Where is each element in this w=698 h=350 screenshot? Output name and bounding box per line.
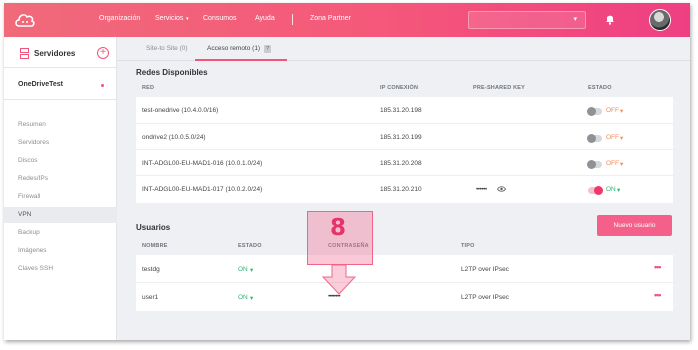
users-table: testdg ON ▾ L2TP over IPsec ••• user1 ON…: [136, 255, 673, 311]
toggle-knob: [587, 160, 596, 169]
network-ip: 185.31.20.198: [380, 107, 422, 114]
status-label: OFF: [606, 107, 619, 114]
eye-icon[interactable]: [497, 186, 506, 192]
toggle-knob: [587, 134, 596, 143]
user-name: user1: [142, 294, 159, 301]
chevron-down-icon[interactable]: ▾: [250, 294, 253, 302]
top-bar: Organización Servicios ▾ Consumos Ayuda …: [4, 3, 690, 37]
status-label: OFF: [606, 160, 619, 167]
col-psk: PRE-SHARED KEY: [473, 85, 526, 91]
table-row[interactable]: user1 ON ▾ •••••••• L2TP over IPsec •••: [136, 283, 673, 311]
nav-divider: [292, 14, 293, 25]
active-tab-indicator: [195, 59, 287, 61]
tab-acceso-remoto[interactable]: Acceso remoto (1)?: [207, 45, 271, 53]
chevron-down-icon[interactable]: ▾: [620, 134, 623, 142]
user-status: ON: [238, 294, 248, 301]
chevron-down-icon[interactable]: ▾: [620, 107, 623, 115]
toggle-knob: [594, 186, 603, 195]
nav-organizacion[interactable]: Organización: [99, 15, 140, 22]
app-window: Organización Servicios ▾ Consumos Ayuda …: [4, 3, 690, 340]
new-user-button[interactable]: Nuevo usuario: [597, 215, 672, 236]
more-options-icon[interactable]: •••: [654, 262, 662, 272]
col-estado: ESTADO: [588, 85, 612, 91]
bell-icon[interactable]: [605, 13, 615, 25]
table-row[interactable]: INT-ADGL00-EU-MAD1-016 (10.0.1.0/24) 185…: [136, 150, 673, 176]
network-name: test-onedrive (10.4.0.0/16): [142, 107, 219, 114]
sidebar: Servidores + OneDriveTest Resumen Servid…: [4, 37, 117, 340]
chevron-down-icon[interactable]: ▾: [186, 16, 189, 22]
col-tipo: TIPO: [461, 243, 475, 249]
main-content: Site-to Site (0) Acceso remoto (1)? Rede…: [117, 37, 690, 340]
more-options-icon[interactable]: •••: [654, 290, 662, 300]
help-badge: ?: [264, 45, 271, 53]
table-row[interactable]: testdg ON ▾ L2TP over IPsec •••: [136, 255, 673, 283]
sidebar-title: Servidores: [34, 49, 76, 58]
arrow-down-icon: [321, 265, 357, 295]
add-server-button[interactable]: +: [97, 47, 109, 59]
account-select[interactable]: ▾: [468, 11, 586, 29]
divider: [4, 67, 117, 68]
sidebar-item-claves-ssh[interactable]: Claves SSH: [4, 261, 117, 277]
status-toggle[interactable]: [587, 134, 602, 143]
user-type: L2TP over IPsec: [461, 294, 509, 301]
tab-label: Acceso remoto (1): [207, 45, 261, 52]
user-name: testdg: [142, 266, 160, 273]
chevron-down-icon: ▾: [573, 16, 577, 23]
sidebar-item-discos[interactable]: Discos: [4, 153, 117, 169]
table-row[interactable]: INT-ADGL00-EU-MAD1-017 (10.0.2.0/24) 185…: [136, 176, 673, 203]
network-ip: 185.31.20.210: [380, 186, 422, 193]
cloud-logo-icon[interactable]: [14, 11, 36, 29]
users-title: Usuarios: [136, 223, 171, 232]
nav-servicios[interactable]: Servicios: [155, 15, 183, 22]
psk-value: ••••••: [476, 186, 487, 193]
avatar[interactable]: [649, 9, 671, 31]
nav-consumos[interactable]: Consumos: [203, 15, 236, 22]
status-toggle[interactable]: [587, 160, 602, 169]
network-name: INT-ADGL00-EU-MAD1-016 (10.0.1.0/24): [142, 160, 263, 167]
divider: [4, 99, 117, 100]
col-red: RED: [142, 85, 155, 91]
network-ip: 185.31.20.199: [380, 134, 422, 141]
tab-site-to-site[interactable]: Site-to Site (0): [146, 45, 188, 52]
user-type: L2TP over IPsec: [461, 266, 509, 273]
sidebar-item-backup[interactable]: Backup: [4, 225, 117, 241]
networks-title: Redes Disponibles: [136, 68, 208, 77]
chevron-down-icon[interactable]: ▾: [617, 186, 620, 194]
network-ip: 185.31.20.208: [380, 160, 422, 167]
networks-table: test-onedrive (10.4.0.0/16) 185.31.20.19…: [136, 97, 673, 203]
status-toggle[interactable]: [587, 107, 602, 116]
account-name[interactable]: OneDriveTest: [18, 81, 63, 88]
status-label: OFF: [606, 134, 619, 141]
col-nombre: NOMBRE: [142, 243, 168, 249]
nav-zona-partner[interactable]: Zona Partner: [310, 15, 351, 22]
server-icon: [20, 48, 29, 59]
user-status: ON: [238, 266, 248, 273]
sidebar-item-imagenes[interactable]: Imágenes: [4, 243, 117, 259]
col-ip: IP CONEXIÓN: [380, 85, 419, 91]
network-name: ondrive2 (10.0.5.0/24): [142, 134, 206, 141]
network-name: INT-ADGL00-EU-MAD1-017 (10.0.2.0/24): [142, 186, 263, 193]
nav-ayuda[interactable]: Ayuda: [255, 15, 275, 22]
sidebar-item-resumen[interactable]: Resumen: [4, 117, 117, 133]
annotation-step-number: 8: [330, 215, 347, 241]
sidebar-item-redes-ips[interactable]: Redes/IPs: [4, 171, 117, 187]
chevron-down-icon[interactable]: ▾: [250, 266, 253, 274]
account-status-dot: [101, 84, 104, 87]
status-label: ON: [606, 186, 616, 193]
toggle-knob: [587, 107, 596, 116]
sidebar-item-firewall[interactable]: Firewall: [4, 189, 117, 205]
sidebar-item-servidores[interactable]: Servidores: [4, 135, 117, 151]
table-row[interactable]: test-onedrive (10.4.0.0/16) 185.31.20.19…: [136, 97, 673, 124]
col-estado: ESTADO: [238, 243, 262, 249]
sidebar-item-vpn[interactable]: VPN: [4, 207, 117, 223]
chevron-down-icon[interactable]: ▾: [620, 160, 623, 168]
status-toggle[interactable]: [588, 186, 603, 195]
table-row[interactable]: ondrive2 (10.0.5.0/24) 185.31.20.199 OFF…: [136, 124, 673, 150]
